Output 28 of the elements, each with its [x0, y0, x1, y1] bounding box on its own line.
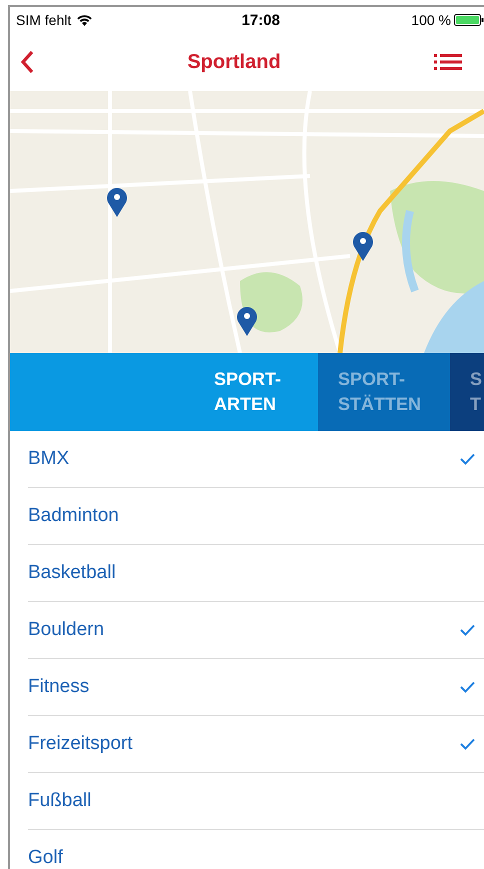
- clock-time: 17:08: [242, 12, 280, 28]
- sport-list-item[interactable]: Golf: [28, 830, 484, 869]
- wifi-icon: [77, 14, 92, 26]
- sport-list-item[interactable]: Badminton: [28, 488, 484, 545]
- category-tab[interactable]: S T: [450, 353, 484, 431]
- sport-name: Freizeitsport: [28, 733, 133, 755]
- sport-name: Basketball: [28, 562, 116, 584]
- sport-name: Golf: [28, 847, 63, 869]
- battery-percentage: 100 %: [411, 12, 451, 28]
- sport-name: BMX: [28, 448, 70, 470]
- map-pin-icon[interactable]: [106, 187, 128, 217]
- sport-list-item[interactable]: Fußball: [28, 773, 484, 830]
- sport-list-item[interactable]: Freizeitsport: [28, 716, 484, 773]
- back-icon[interactable]: [20, 50, 34, 74]
- sport-name: Bouldern: [28, 619, 104, 641]
- sport-list-item[interactable]: Bouldern: [28, 602, 484, 659]
- map-pin-icon[interactable]: [236, 306, 258, 336]
- carrier-label: SIM fehlt: [16, 12, 72, 28]
- sport-name: Badminton: [28, 505, 119, 527]
- sport-list-item[interactable]: Fitness: [28, 659, 484, 716]
- sport-list-item[interactable]: BMX: [28, 431, 484, 488]
- battery-icon: [454, 14, 484, 26]
- sport-list-item[interactable]: Basketball: [28, 545, 484, 602]
- screen-title: Sportland: [187, 50, 281, 74]
- sport-name: Fußball: [28, 790, 92, 812]
- list-menu-icon[interactable]: [434, 54, 462, 70]
- map-pin-icon[interactable]: [352, 231, 374, 261]
- sport-name: Fitness: [28, 676, 90, 698]
